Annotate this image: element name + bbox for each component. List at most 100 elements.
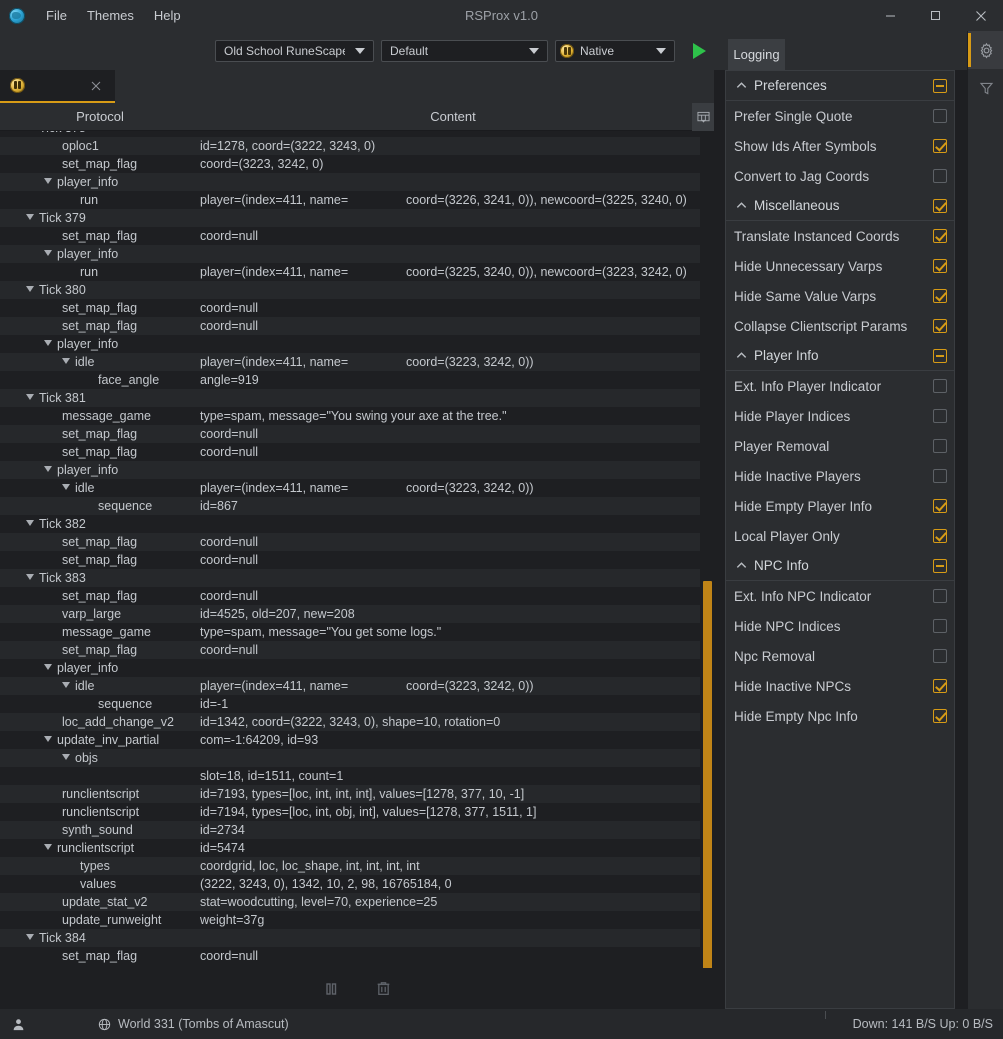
pref-group-header[interactable]: Player Info (726, 341, 954, 371)
table-row[interactable]: update_stat_v2 stat=woodcutting, level=70… (0, 893, 714, 911)
table-row[interactable]: types coordgrid, loc, loc_shape, int, int… (0, 857, 714, 875)
expand-twisty-icon[interactable] (26, 394, 34, 400)
close-icon[interactable] (89, 79, 103, 93)
table-row[interactable]: player_info (0, 461, 714, 479)
expand-twisty-icon[interactable] (44, 664, 52, 670)
pref-checkbox[interactable] (933, 229, 947, 243)
table-row[interactable]: Tick 383 (0, 569, 714, 587)
document-tab-session[interactable] (0, 70, 115, 103)
column-header-protocol[interactable]: Protocol (0, 103, 200, 131)
tab-logging[interactable]: Logging (728, 39, 785, 70)
pref-row[interactable]: Player Removal (726, 431, 954, 461)
chevron-up-icon[interactable] (734, 79, 748, 93)
table-row[interactable]: runclientscript id=7193, types=[loc, int,… (0, 785, 714, 803)
table-row[interactable]: runclientscript id=5474 (0, 839, 714, 857)
game-select[interactable]: Old School RuneScape (215, 39, 374, 62)
table-row[interactable]: message_game type=spam, message="You swin… (0, 407, 714, 425)
chevron-up-icon[interactable] (734, 199, 748, 213)
log-scrollbar-thumb[interactable] (703, 581, 712, 968)
pref-row[interactable]: Translate Instanced Coords (726, 221, 954, 251)
pref-checkbox[interactable] (933, 139, 947, 153)
table-row[interactable]: Tick 380 (0, 281, 714, 299)
close-button[interactable] (958, 0, 1003, 31)
expand-twisty-icon[interactable] (44, 340, 52, 346)
expand-twisty-icon[interactable] (44, 250, 52, 256)
table-row[interactable]: set_map_flag coord=null (0, 425, 714, 443)
table-row[interactable]: oploc1 id=1278, coord=(3222, 3243, 0) (0, 137, 714, 155)
pref-checkbox[interactable] (933, 649, 947, 663)
client-select[interactable]: Native (555, 39, 675, 62)
column-header-content[interactable]: Content (200, 103, 706, 131)
pref-row[interactable]: Local Player Only (726, 521, 954, 551)
expand-twisty-icon[interactable] (26, 520, 34, 526)
expand-twisty-icon[interactable] (62, 484, 70, 490)
pref-row[interactable]: Ext. Info Player Indicator (726, 371, 954, 401)
table-row[interactable]: Tick 384 (0, 929, 714, 947)
table-row[interactable]: loc_add_change_v2 id=1342, coord=(3222, 3… (0, 713, 714, 731)
pref-row[interactable]: Show Ids After Symbols (726, 131, 954, 161)
expand-twisty-icon[interactable] (26, 934, 34, 940)
pref-checkbox[interactable] (933, 469, 947, 483)
expand-twisty-icon[interactable] (62, 358, 70, 364)
menu-help[interactable]: Help (145, 4, 190, 27)
pref-row[interactable]: Hide Inactive NPCs (726, 671, 954, 701)
expand-twisty-icon[interactable] (62, 682, 70, 688)
table-row[interactable]: face_angle angle=919 (0, 371, 714, 389)
launch-button[interactable] (688, 40, 710, 62)
world-status[interactable]: World 331 (Tombs of Amascut) (98, 1017, 289, 1031)
table-row[interactable]: synth_sound id=2734 (0, 821, 714, 839)
clear-button[interactable] (372, 978, 394, 1000)
table-row[interactable]: sequence id=-1 (0, 695, 714, 713)
expand-twisty-icon[interactable] (44, 466, 52, 472)
pref-row[interactable]: Prefer Single Quote (726, 101, 954, 131)
pref-row[interactable]: Npc Removal (726, 641, 954, 671)
pref-row[interactable]: Hide Empty Player Info (726, 491, 954, 521)
pref-checkbox[interactable] (933, 589, 947, 603)
table-row[interactable]: set_map_flag coord=null (0, 587, 714, 605)
pref-group-checkbox[interactable] (933, 558, 947, 573)
log-scrollbar[interactable] (700, 131, 714, 968)
table-row[interactable]: set_map_flag coord=null (0, 533, 714, 551)
pref-checkbox[interactable] (933, 259, 947, 273)
table-row[interactable]: message_game type=spam, message="You get … (0, 623, 714, 641)
pref-row[interactable]: Hide Inactive Players (726, 461, 954, 491)
pref-checkbox[interactable] (933, 409, 947, 423)
pref-checkbox[interactable] (933, 379, 947, 393)
table-row[interactable]: run player=(index=411, name= coord=(3225, … (0, 263, 714, 281)
table-row[interactable]: set_map_flag coord=null (0, 551, 714, 569)
pref-row[interactable]: Hide Unnecessary Varps (726, 251, 954, 281)
table-row[interactable]: set_map_flag coord=null (0, 227, 714, 245)
expand-twisty-icon[interactable] (26, 214, 34, 220)
rail-item-settings[interactable] (968, 31, 1003, 69)
table-row[interactable]: set_map_flag coord=null (0, 317, 714, 335)
column-settings-icon[interactable] (692, 103, 714, 131)
pref-row[interactable]: Hide NPC Indices (726, 611, 954, 641)
log-row-container[interactable]: Tick 378 oploc1 id=1278, coord=(3222, 3243… (0, 131, 714, 968)
table-row[interactable]: set_map_flag coord=null (0, 299, 714, 317)
pref-checkbox[interactable] (933, 499, 947, 513)
pref-checkbox[interactable] (933, 529, 947, 543)
table-row[interactable]: Tick 381 (0, 389, 714, 407)
pref-checkbox[interactable] (933, 679, 947, 693)
user-icon[interactable] (8, 1018, 28, 1031)
table-row[interactable]: set_map_flag coord=null (0, 947, 714, 965)
pref-row[interactable]: Collapse Clientscript Params (726, 311, 954, 341)
table-row[interactable]: run player=(index=411, name= coord=(3226, … (0, 191, 714, 209)
table-row[interactable]: idle player=(index=411, name= coord=(3223,… (0, 479, 714, 497)
expand-twisty-icon[interactable] (62, 754, 70, 760)
pref-group-header[interactable]: Miscellaneous (726, 191, 954, 221)
table-row[interactable]: player_info (0, 335, 714, 353)
table-row[interactable]: update_runweight weight=37g (0, 911, 714, 929)
pref-row[interactable]: Convert to Jag Coords (726, 161, 954, 191)
expand-twisty-icon[interactable] (44, 844, 52, 850)
pref-checkbox[interactable] (933, 319, 947, 333)
pref-checkbox[interactable] (933, 619, 947, 633)
chevron-up-icon[interactable] (734, 559, 748, 573)
table-row[interactable]: player_info (0, 245, 714, 263)
pref-checkbox[interactable] (933, 709, 947, 723)
minimize-button[interactable] (868, 0, 913, 31)
pref-checkbox[interactable] (933, 109, 947, 123)
pref-checkbox[interactable] (933, 289, 947, 303)
table-row[interactable]: set_map_flag coord=null (0, 443, 714, 461)
table-row[interactable]: slot=18, id=1511, count=1 (0, 767, 714, 785)
